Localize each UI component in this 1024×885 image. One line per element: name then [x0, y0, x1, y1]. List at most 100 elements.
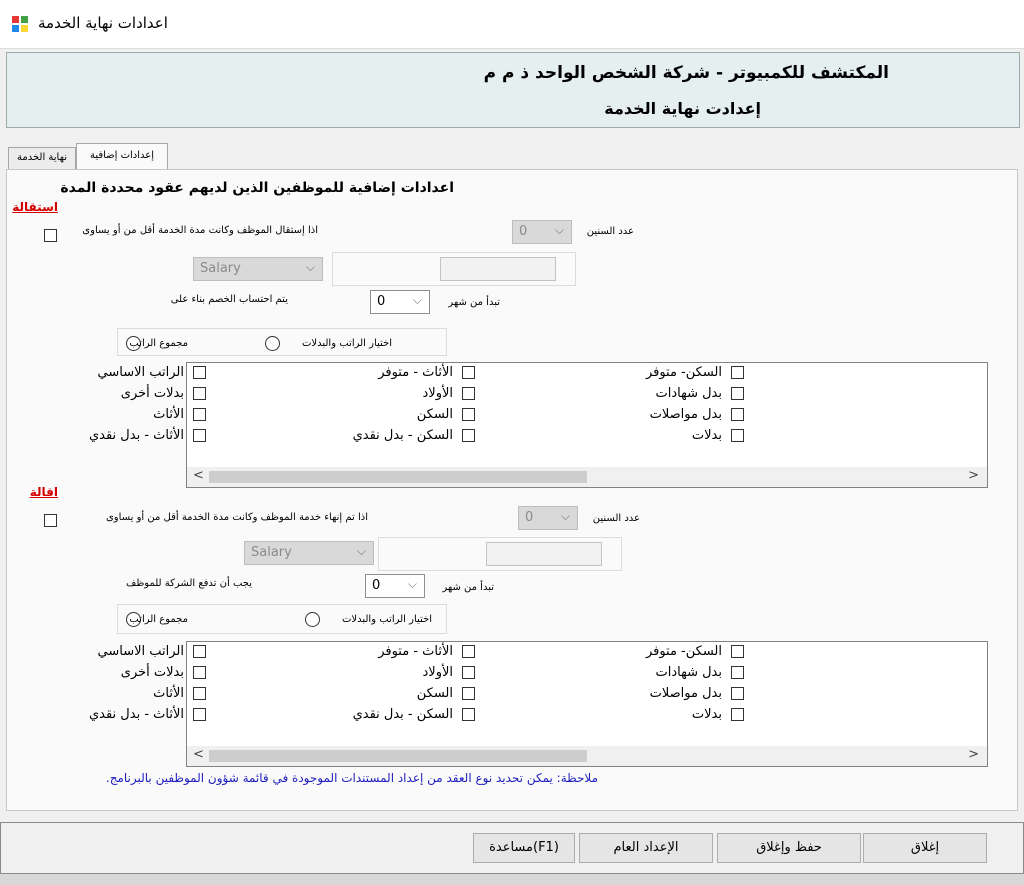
resignation-start-month-combo[interactable]: 0 ⌵: [370, 290, 430, 314]
dismissal-radio-choose-allowances[interactable]: [305, 612, 320, 627]
item-label: بدل شهادات: [655, 665, 722, 680]
resignation-allowances-list: < >: [186, 362, 988, 488]
item-label: السكن- متوفر: [645, 644, 722, 659]
dismissal-radio-total-label: مجموع الراتب: [129, 614, 188, 625]
item-checkbox[interactable]: [731, 666, 744, 679]
item-checkbox[interactable]: [462, 666, 475, 679]
resignation-enable-checkbox[interactable]: [44, 229, 57, 242]
save-close-button[interactable]: حفظ وإغلاق: [717, 833, 861, 863]
dismissal-years-combo[interactable]: 0 ⌵: [518, 506, 578, 530]
resignation-salary-combo[interactable]: Salary ⌵: [193, 257, 323, 281]
scroll-right-icon[interactable]: >: [968, 747, 979, 762]
list-item[interactable]: السكن: [360, 406, 475, 424]
list-item[interactable]: الأثاث - متوفر: [360, 643, 475, 661]
dismissal-radio-choose-label: اختيار الراتب والبدلات: [342, 614, 432, 625]
list-item[interactable]: بدلات: [630, 706, 744, 724]
scroll-right-icon[interactable]: >: [968, 468, 979, 483]
list-item[interactable]: الأولاد: [360, 385, 475, 403]
item-checkbox[interactable]: [193, 387, 206, 400]
chevron-down-icon: ⌵: [554, 223, 564, 237]
item-checkbox[interactable]: [193, 666, 206, 679]
item-label: بدلات: [691, 707, 722, 722]
item-checkbox[interactable]: [462, 366, 475, 379]
item-checkbox[interactable]: [193, 687, 206, 700]
item-checkbox[interactable]: [193, 708, 206, 721]
dismissal-start-month-combo[interactable]: 0 ⌵: [365, 574, 425, 598]
item-checkbox[interactable]: [462, 708, 475, 721]
scroll-left-icon[interactable]: <: [193, 747, 204, 762]
dismissal-years-label: عدد السنين: [592, 513, 640, 524]
list-item[interactable]: الأثاث - متوفر: [360, 364, 475, 382]
list-item[interactable]: الأثاث: [153, 685, 206, 703]
resignation-label: استقالة: [12, 200, 58, 214]
item-checkbox[interactable]: [462, 645, 475, 658]
dismissal-amount-input[interactable]: [486, 542, 602, 566]
dismissal-condition-label: اذا تم إنهاء خدمة الموظف وكانت مدة الخدم…: [105, 512, 368, 523]
item-checkbox[interactable]: [462, 408, 475, 421]
list-item[interactable]: السكن - بدل نقدي: [353, 706, 475, 724]
resignation-years-label: عدد السنين: [586, 226, 634, 237]
window-title: اعدادات نهاية الخدمة: [38, 14, 168, 32]
dismissal-years-value: 0: [525, 510, 534, 525]
item-checkbox[interactable]: [731, 687, 744, 700]
list-item[interactable]: السكن: [360, 685, 475, 703]
dismissal-salary-combo[interactable]: Salary ⌵: [244, 541, 374, 565]
resignation-radio-total-label: مجموع الراتب: [129, 338, 188, 349]
general-settings-button[interactable]: الإعداد العام: [579, 833, 713, 863]
resignation-years-combo[interactable]: 0 ⌵: [512, 220, 572, 244]
horizontal-scrollbar[interactable]: < >: [187, 467, 987, 487]
note-text: ملاحظة: يمكن تحديد نوع العقد من إعداد ال…: [105, 771, 598, 785]
list-item[interactable]: السكن- متوفر: [630, 643, 744, 661]
list-item[interactable]: الأثاث: [153, 406, 206, 424]
chevron-down-icon: ⌵: [407, 577, 417, 591]
item-label: الأثاث: [153, 686, 184, 701]
item-label: السكن- متوفر: [645, 365, 722, 380]
scroll-thumb[interactable]: [209, 750, 587, 762]
scroll-thumb[interactable]: [209, 471, 587, 483]
item-checkbox[interactable]: [193, 408, 206, 421]
list-item[interactable]: السكن- متوفر: [630, 364, 744, 382]
resignation-radio-choose-allowances[interactable]: [265, 336, 280, 351]
item-checkbox[interactable]: [462, 429, 475, 442]
item-checkbox[interactable]: [193, 429, 206, 442]
list-item[interactable]: بدل شهادات: [630, 385, 744, 403]
list-item[interactable]: بدلات أخرى: [121, 664, 206, 682]
help-button[interactable]: (F1)مساعدة: [473, 833, 575, 863]
button-bar: إغلاق حفظ وإغلاق الإعداد العام (F1)مساعد…: [0, 822, 1024, 874]
list-item[interactable]: الأولاد: [360, 664, 475, 682]
list-item[interactable]: بدل شهادات: [630, 664, 744, 682]
horizontal-scrollbar[interactable]: < >: [187, 746, 987, 766]
item-checkbox[interactable]: [462, 387, 475, 400]
item-checkbox[interactable]: [731, 366, 744, 379]
report-header: المكتشف للكمبيوتر - شركة الشخص الواحد ذ …: [6, 52, 1020, 128]
list-item[interactable]: بدل مواصلات: [630, 406, 744, 424]
item-label: الراتب الاساسي: [97, 644, 184, 659]
list-item[interactable]: الأثاث - بدل نقدي: [89, 427, 206, 445]
item-checkbox[interactable]: [731, 429, 744, 442]
list-item[interactable]: بدلات: [630, 427, 744, 445]
list-item[interactable]: السكن - بدل نقدي: [353, 427, 475, 445]
resignation-condition-label: اذا إستقال الموظف وكانت مدة الخدمة أقل م…: [82, 225, 318, 236]
item-checkbox[interactable]: [731, 387, 744, 400]
item-checkbox[interactable]: [193, 366, 206, 379]
resignation-years-value: 0: [519, 224, 528, 239]
list-item[interactable]: بدلات أخرى: [121, 385, 206, 403]
item-checkbox[interactable]: [731, 408, 744, 421]
item-checkbox[interactable]: [731, 708, 744, 721]
list-item[interactable]: الأثاث - بدل نقدي: [89, 706, 206, 724]
item-label: بدلات: [691, 428, 722, 443]
item-checkbox[interactable]: [193, 645, 206, 658]
close-button[interactable]: إغلاق: [863, 833, 987, 863]
tab-additional-settings[interactable]: إعدادات إضافية: [76, 143, 168, 170]
dismissal-enable-checkbox[interactable]: [44, 514, 57, 527]
tab-end-of-service[interactable]: نهاية الخدمة: [8, 147, 76, 169]
item-checkbox[interactable]: [731, 645, 744, 658]
list-item[interactable]: الراتب الاساسي: [98, 643, 206, 661]
list-item[interactable]: الراتب الاساسي: [98, 364, 206, 382]
item-label: السكن: [416, 686, 453, 701]
item-checkbox[interactable]: [462, 687, 475, 700]
list-item[interactable]: بدل مواصلات: [630, 685, 744, 703]
scroll-left-icon[interactable]: <: [193, 468, 204, 483]
item-label: الأثاث - متوفر: [378, 644, 453, 659]
resignation-amount-input[interactable]: [440, 257, 556, 281]
